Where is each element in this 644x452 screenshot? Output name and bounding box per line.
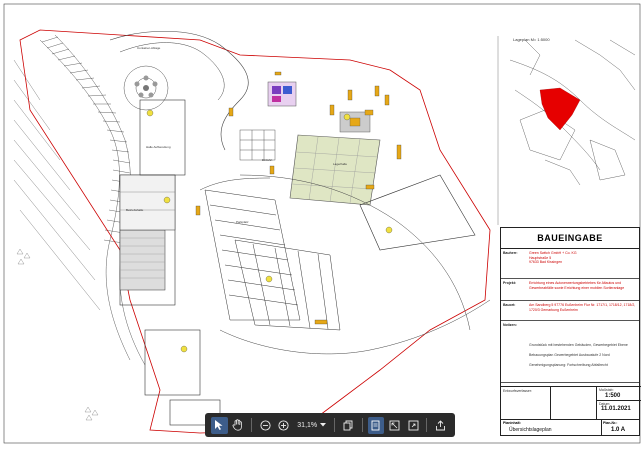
- label-hall: Halle Aufbereitung: [146, 145, 171, 149]
- label-entrance: Einfahrt: [262, 158, 273, 162]
- zoom-out-button[interactable]: [257, 417, 274, 434]
- label-lagerhalle: Lagerhalle: [333, 162, 348, 166]
- copy-icon: [343, 420, 353, 430]
- tb-row-bauort: Bauort: Am Sandberg 5 97776 Eußenheim Fl…: [501, 300, 639, 321]
- tb-note-3: Genehmigungsplanung: Fortschreibung Abfa…: [529, 363, 608, 367]
- chevron-down-icon: [320, 423, 327, 427]
- zoom-in-button[interactable]: [276, 417, 293, 434]
- tb-val-datum: 11.01.2021: [601, 406, 631, 412]
- toolbar-separator: [361, 418, 363, 432]
- label-betriebshalle: Betriebshalle: [126, 208, 144, 212]
- zoom-in-icon: [278, 419, 290, 431]
- tb-key-plannr: Plan-Nr.:: [603, 421, 618, 425]
- hand-icon: [232, 419, 243, 431]
- tb-val-projekt: Errichtung eines Autoverwertungsbetriebe…: [529, 281, 625, 290]
- zoom-out-icon: [260, 419, 271, 431]
- export-button[interactable]: [432, 417, 449, 434]
- title-heading: BAUEINGABE: [501, 228, 639, 249]
- single-page-button[interactable]: [367, 416, 385, 434]
- tb-key-schreiber: Entwurfsverfasser:: [503, 389, 532, 393]
- toolbar-separator: [426, 418, 428, 432]
- zoom-level-dropdown[interactable]: 31,1%: [294, 422, 329, 429]
- tb-row-notes: Notizen: Grundstück mit bestehenden Gebä…: [501, 320, 639, 383]
- pointer-tool-button[interactable]: [211, 416, 228, 434]
- tb-val-bauherr: Green Switch GmbH + Co. KG Hauptstraße 5…: [529, 251, 577, 264]
- tb-val-bauort: Am Sandberg 5 97776 Eußenheim Flur Nr. 1…: [529, 303, 636, 312]
- tb-key-bauherr: Bauherr:: [503, 251, 518, 255]
- tb-val-plan: Übersichtslageplan: [509, 427, 552, 433]
- tb-note-1: Grundstück mit bestehenden Gebäuden, Gew…: [529, 343, 628, 347]
- fit-page-button[interactable]: [386, 417, 403, 434]
- tb-cell-massstab: Maßstab: 1:500: [597, 386, 641, 400]
- page-icon: [371, 420, 380, 430]
- tb-cell-datum: Datum: 11.01.2021: [597, 400, 641, 413]
- tb-key-notes: Notizen:: [503, 323, 517, 327]
- copy-button[interactable]: [340, 417, 357, 434]
- tb-plan-row: Planinhalt: Übersichtslageplan Plan-Nr.:…: [500, 419, 640, 436]
- toolbar-separator: [251, 418, 253, 432]
- location-title: Lageplan M= 1:5000: [513, 37, 550, 42]
- label-parking: Parkplatz: [236, 220, 249, 224]
- drawing-canvas[interactable]: Lageplan M= 1:5000 Container-Ablage Hall…: [0, 0, 644, 447]
- tb-val-massstab: 1:500: [605, 393, 621, 399]
- tb-key-plan: Planinhalt:: [503, 421, 521, 425]
- toolbar-separator: [334, 418, 336, 432]
- pointer-icon: [215, 420, 223, 430]
- pdf-toolbar: 31,1%: [205, 413, 455, 437]
- tb-key-projekt: Projekt:: [503, 281, 517, 285]
- fit-page-icon: [389, 420, 400, 430]
- tb-row-projekt: Projekt: Errichtung eines Autoverwertung…: [501, 278, 639, 301]
- tb-key-bauort: Bauort:: [503, 303, 516, 307]
- expand-icon: [408, 420, 419, 430]
- zoom-value: 31,1%: [297, 421, 318, 429]
- title-block: BAUEINGABE Bauherr: Green Switch GmbH + …: [500, 227, 641, 427]
- tb-key-massstab: Maßstab:: [599, 388, 614, 392]
- fullscreen-button[interactable]: [405, 417, 422, 434]
- label-container-area: Container-Ablage: [137, 46, 161, 50]
- share-icon: [436, 419, 446, 430]
- hand-tool-button[interactable]: [230, 417, 247, 434]
- tb-val-plannr: 1.0 A: [611, 427, 626, 433]
- tb-row-bauherr: Bauherr: Green Switch GmbH + Co. KG Haup…: [501, 248, 639, 279]
- tb-note-2: Bebauungsplan Gewerbegebiet Ausbaustufe …: [529, 353, 610, 357]
